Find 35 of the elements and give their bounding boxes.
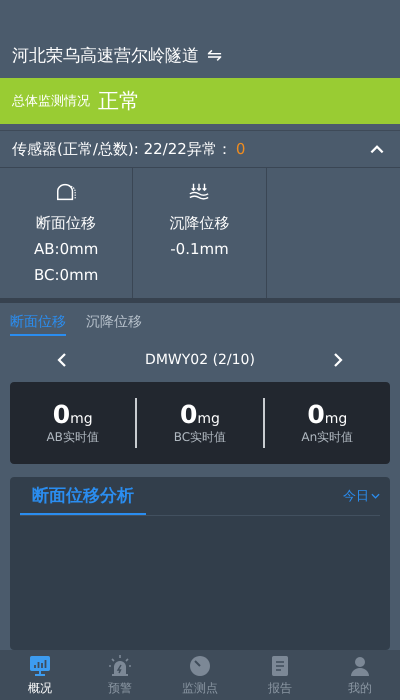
reading-label: BC实时值 bbox=[174, 429, 226, 446]
nav-item[interactable]: 我的 bbox=[320, 650, 400, 700]
category-name: 沉降位移 bbox=[169, 213, 230, 234]
reading-label: An实时值 bbox=[301, 429, 354, 446]
switch-icon[interactable]: ⇋ bbox=[207, 44, 222, 66]
gauge-icon bbox=[188, 654, 212, 678]
sensor-summary: 传感器(正常/总数): 22/22异常： bbox=[12, 140, 232, 158]
chart-title: 断面位移分析 bbox=[20, 477, 146, 515]
nav-item[interactable]: 预警 bbox=[80, 650, 160, 700]
tab[interactable]: 断面位移 bbox=[10, 313, 66, 336]
category-value: AB:0mm bbox=[34, 239, 98, 260]
next-icon[interactable] bbox=[332, 352, 344, 368]
page-title: 河北荣乌高速营尔岭隧道 bbox=[12, 44, 199, 66]
tunnel-icon bbox=[55, 182, 78, 202]
category-name: 断面位移 bbox=[36, 213, 96, 234]
alarm-icon bbox=[108, 654, 132, 678]
abnormal-count: 0 bbox=[236, 140, 246, 158]
nav-item[interactable]: 监测点 bbox=[160, 650, 240, 700]
chevron-icon bbox=[371, 492, 380, 500]
nav-item[interactable]: 报告 bbox=[240, 650, 320, 700]
reading-label: AB实时值 bbox=[46, 429, 99, 446]
category-value: BC:0mm bbox=[34, 265, 98, 286]
chart-icon bbox=[28, 654, 52, 678]
settlement-icon bbox=[188, 182, 210, 202]
category-value: -0.1mm bbox=[170, 239, 229, 260]
point-label: DMWY02 (2/10) bbox=[145, 352, 255, 368]
status-label: 总体监测情况 bbox=[12, 93, 90, 110]
previous-icon[interactable] bbox=[56, 352, 68, 368]
nav-item[interactable]: 概况 bbox=[0, 650, 80, 700]
range-dropdown[interactable]: 今日 bbox=[343, 487, 380, 505]
reading-value: 0mg bbox=[307, 400, 348, 429]
reading-value: 0mg bbox=[180, 400, 220, 429]
tab[interactable]: 沉降位移 bbox=[86, 313, 142, 336]
status-value: 正常 bbox=[98, 88, 140, 115]
reading-value: 0mg bbox=[52, 400, 93, 429]
